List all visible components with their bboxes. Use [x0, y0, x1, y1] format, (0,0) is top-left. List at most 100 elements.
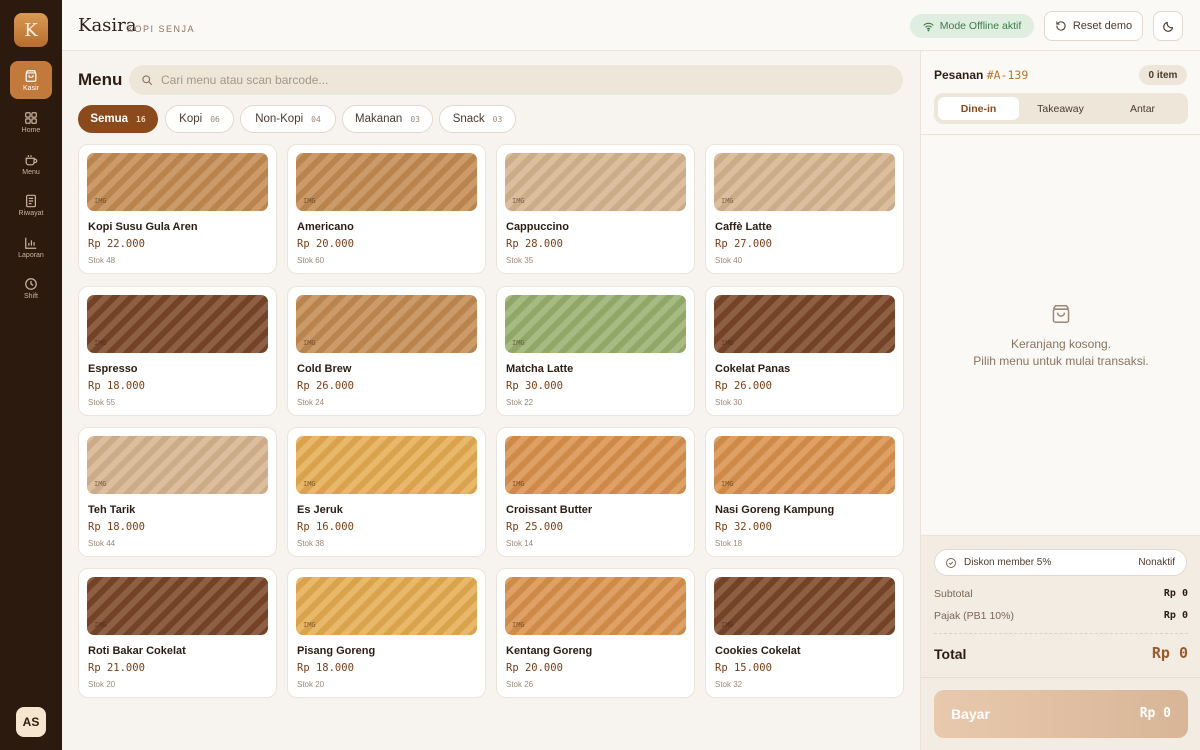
tab-antar[interactable]: Antar	[1102, 97, 1183, 120]
product-name: Matcha Latte	[506, 363, 574, 375]
sidebar-item-laporan[interactable]: Laporan	[10, 228, 52, 266]
product-name: Kentang Goreng	[506, 645, 593, 657]
member-discount-toggle[interactable]: Diskon member 5% Nonaktif	[934, 549, 1187, 576]
product-card[interactable]: IMG Kentang Goreng Rp 20.000 Stok 26	[496, 568, 695, 698]
discount-label: Diskon member 5%	[964, 557, 1052, 568]
product-name: Roti Bakar Cokelat	[88, 645, 186, 657]
tax-value: Rp 0	[1163, 610, 1188, 621]
search-bar[interactable]	[129, 65, 903, 95]
product-name: Caffè Latte	[715, 221, 772, 233]
product-card[interactable]: IMG Matcha Latte Rp 30.000 Stok 22	[496, 286, 695, 416]
category-chip-makanan[interactable]: Makanan 03	[342, 105, 433, 133]
image-tag: IMG	[303, 197, 316, 205]
product-name: Pisang Goreng	[297, 645, 376, 657]
product-stock: Stok 24	[297, 398, 325, 407]
empty-cart-line: Pilih menu untuk mulai transaksi.	[973, 354, 1149, 368]
category-chip-kopi[interactable]: Kopi 06	[165, 105, 234, 133]
image-tag: IMG	[94, 197, 107, 205]
reset-icon	[1056, 21, 1066, 31]
item-count-badge: 0 item	[1139, 65, 1187, 85]
product-card[interactable]: IMG Kopi Susu Gula Aren Rp 22.000 Stok 48	[78, 144, 277, 274]
product-name: Es Jeruk	[297, 504, 343, 516]
total-value: Rp 0	[1151, 644, 1188, 662]
bar-chart-icon	[25, 237, 37, 249]
sidebar-item-kasir[interactable]: Kasir	[10, 61, 52, 99]
image-tag: IMG	[94, 480, 107, 488]
product-card[interactable]: IMG Roti Bakar Cokelat Rp 21.000 Stok 20	[78, 568, 277, 698]
product-image-placeholder: IMG	[505, 295, 686, 353]
empty-cart-icon	[1052, 304, 1070, 324]
offline-status-label: Mode Offline aktif	[939, 20, 1022, 32]
sidebar-item-home[interactable]: Home	[10, 103, 52, 141]
sidebar-item-label: Shift	[23, 292, 38, 300]
product-card[interactable]: IMG Espresso Rp 18.000 Stok 55	[78, 286, 277, 416]
image-tag: IMG	[94, 621, 107, 629]
search-input[interactable]	[161, 73, 861, 87]
product-price: Rp 27.000	[715, 238, 772, 250]
sidebar-item-menu[interactable]: Menu	[10, 145, 52, 183]
product-image-placeholder: IMG	[714, 436, 895, 494]
product-price: Rp 20.000	[506, 662, 563, 674]
product-card[interactable]: IMG Cappuccino Rp 28.000 Stok 35	[496, 144, 695, 274]
product-price: Rp 30.000	[506, 380, 563, 392]
product-card[interactable]: IMG Cold Brew Rp 26.000 Stok 24	[287, 286, 486, 416]
sidebar-item-shift[interactable]: Shift	[10, 269, 52, 307]
user-avatar[interactable]: AS	[16, 707, 46, 737]
category-chip-non-kopi[interactable]: Non-Kopi 04	[240, 105, 336, 133]
product-card[interactable]: IMG Cokelat Panas Rp 26.000 Stok 30	[705, 286, 904, 416]
product-card[interactable]: IMG Caffè Latte Rp 27.000 Stok 40	[705, 144, 904, 274]
product-card[interactable]: IMG Pisang Goreng Rp 18.000 Stok 20	[287, 568, 486, 698]
divider	[921, 134, 1200, 135]
tab-dine-in[interactable]: Dine-in	[938, 97, 1019, 120]
product-image-placeholder: IMG	[714, 153, 895, 211]
category-count: 04	[311, 114, 321, 124]
divider	[934, 633, 1188, 634]
image-tag: IMG	[303, 480, 316, 488]
product-name: Teh Tarik	[88, 504, 136, 516]
product-image-placeholder: IMG	[505, 577, 686, 635]
product-card[interactable]: IMG Nasi Goreng Kampung Rp 32.000 Stok 18	[705, 427, 904, 557]
product-price: Rp 20.000	[297, 238, 354, 250]
product-card[interactable]: IMG Teh Tarik Rp 18.000 Stok 44	[78, 427, 277, 557]
grid-icon	[25, 111, 37, 124]
product-price: Rp 28.000	[506, 238, 563, 250]
sidebar-item-riwayat[interactable]: Riwayat	[10, 186, 52, 224]
tab-takeaway[interactable]: Takeaway	[1020, 97, 1101, 120]
product-image-placeholder: IMG	[296, 577, 477, 635]
product-name: Espresso	[88, 363, 138, 375]
image-tag: IMG	[721, 197, 734, 205]
product-stock: Stok 38	[297, 539, 325, 548]
product-stock: Stok 48	[88, 256, 116, 265]
category-chip-snack[interactable]: Snack 03	[439, 105, 516, 133]
divider	[921, 677, 1200, 678]
product-name: Cookies Cokelat	[715, 645, 801, 657]
product-price: Rp 22.000	[88, 238, 145, 250]
product-card[interactable]: IMG Cookies Cokelat Rp 15.000 Stok 32	[705, 568, 904, 698]
top-bar: Kasira KOPI SENJA Mode Offline aktif Res…	[62, 0, 1200, 51]
category-chip-semua[interactable]: Semua 16	[78, 105, 158, 133]
product-card[interactable]: IMG Croissant Butter Rp 25.000 Stok 14	[496, 427, 695, 557]
theme-toggle-button[interactable]	[1153, 11, 1183, 41]
product-name: Croissant Butter	[506, 504, 593, 516]
image-tag: IMG	[721, 621, 734, 629]
product-price: Rp 21.000	[88, 662, 145, 674]
order-summary: Diskon member 5% Nonaktif Subtotal Rp 0 …	[921, 535, 1200, 750]
empty-cart-line: Keranjang kosong.	[1010, 337, 1112, 351]
document-icon	[26, 194, 36, 207]
pay-button[interactable]: Bayar Rp 0	[934, 690, 1188, 738]
product-name: Nasi Goreng Kampung	[715, 504, 835, 516]
empty-cart-message: Keranjang kosong. Pilih menu untuk mulai…	[921, 336, 1200, 370]
category-count: 03	[410, 114, 420, 124]
reset-demo-button[interactable]: Reset demo	[1044, 11, 1143, 41]
category-label: Makanan	[355, 113, 403, 125]
image-tag: IMG	[721, 339, 734, 347]
product-image-placeholder: IMG	[87, 295, 268, 353]
image-tag: IMG	[303, 339, 316, 347]
page-title: Menu	[78, 70, 123, 89]
product-price: Rp 16.000	[297, 521, 354, 533]
product-card[interactable]: IMG Americano Rp 20.000 Stok 60	[287, 144, 486, 274]
tax-label: Pajak (PB1 10%)	[934, 610, 1014, 622]
product-card[interactable]: IMG Es Jeruk Rp 16.000 Stok 38	[287, 427, 486, 557]
moon-icon	[1162, 21, 1173, 32]
order-type-tabs: Dine-in Takeaway Antar	[934, 93, 1188, 124]
